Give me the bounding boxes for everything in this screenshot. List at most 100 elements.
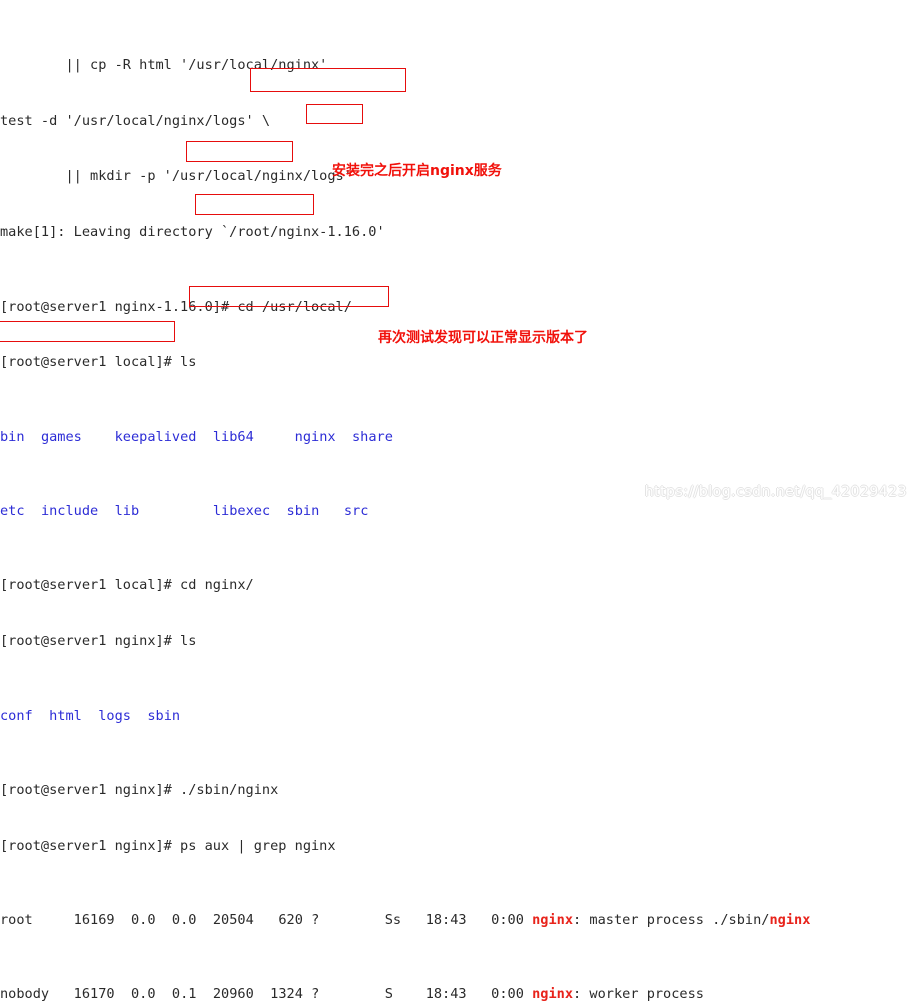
ls-local-row-2: etc include lib libexec sbin src <box>0 502 913 521</box>
ps-command: : master process ./sbin/ <box>573 912 770 929</box>
annotation-version-shown: 再次测试发现可以正常显示版本了 <box>378 330 588 346</box>
csdn-watermark: https://blog.csdn.net/qq_42029423 <box>644 484 907 500</box>
ps-command: : worker process <box>573 986 704 1003</box>
terminal-line: [root@server1 nginx]# ls <box>0 632 913 651</box>
dir-bin: bin <box>0 428 25 445</box>
ps-time: 0:00 <box>491 912 524 929</box>
terminal-line: [root@server1 local]# cd nginx/ <box>0 576 913 595</box>
ps-time: 0:00 <box>491 986 524 1003</box>
ps-mem: 0.0 <box>171 912 197 929</box>
dir-include: include <box>40 503 99 520</box>
ps-stat: S <box>384 986 393 1003</box>
terminal-line: [root@server1 nginx]# ./sbin/nginx <box>0 781 913 800</box>
ps-vsz: 20960 <box>212 986 254 1003</box>
terminal-line: [root@server1 nginx-1.16.0]# cd /usr/loc… <box>0 298 913 317</box>
terminal-line: || cp -R html '/usr/local/nginx' <box>0 56 913 75</box>
dir-keepalived: keepalived <box>114 428 197 445</box>
dir-conf: conf <box>0 707 33 724</box>
terminal-line: [root@server1 nginx]# ps aux | grep ngin… <box>0 837 913 856</box>
ps-command-highlight: nginx <box>532 986 574 1003</box>
ps-pid: 16170 <box>73 986 115 1003</box>
terminal-line: test -d '/usr/local/nginx/logs' \ <box>0 112 913 131</box>
dir-etc: etc <box>0 503 25 520</box>
dir-libexec: libexec <box>212 503 271 520</box>
dir-src: src <box>343 503 369 520</box>
ps-start: 18:43 <box>425 912 467 929</box>
dir-nginx: nginx <box>294 428 336 445</box>
ps-start: 18:43 <box>425 986 467 1003</box>
make-output-test-logs: test -d '/usr/local/nginx/logs' \ <box>0 112 271 129</box>
terminal-line: [root@server1 local]# ls <box>0 353 913 372</box>
make-output-mkdir-logs: || mkdir -p '/usr/local/nginx/logs' <box>0 168 352 185</box>
command-cd-nginx: [root@server1 local]# cd nginx/ <box>0 577 254 594</box>
ps-user: root <box>0 912 33 929</box>
ps-pid: 16169 <box>73 912 115 929</box>
ps-mem: 0.1 <box>171 986 197 1003</box>
make-output-cp-html: || cp -R html '/usr/local/nginx' <box>0 56 328 73</box>
ps-rss: 620 <box>278 912 303 929</box>
dir-games: games <box>40 428 82 445</box>
dir-html: html <box>49 707 82 724</box>
command-cd-usr-local: [root@server1 nginx-1.16.0]# cd /usr/loc… <box>0 298 352 315</box>
command-start-nginx: [root@server1 nginx]# ./sbin/nginx <box>0 781 279 798</box>
dir-share: share <box>351 428 393 445</box>
command-ps-aux-grep-nginx: [root@server1 nginx]# ps aux | grep ngin… <box>0 837 336 854</box>
terminal-output: || cp -R html '/usr/local/nginx' test -d… <box>0 0 913 1002</box>
ls-local-row-1: bin games keepalived lib64 nginx share <box>0 428 913 447</box>
ps-tty: ? <box>311 986 320 1003</box>
ls-nginx-row: conf html logs sbin <box>0 707 913 726</box>
ps-command-highlight-2: nginx <box>769 912 811 929</box>
ps-rss: 1324 <box>270 986 303 1003</box>
dir-lib64: lib64 <box>212 428 254 445</box>
command-ls-nginx: [root@server1 nginx]# ls <box>0 633 197 650</box>
ps-vsz: 20504 <box>212 912 254 929</box>
ps-cpu: 0.0 <box>130 986 156 1003</box>
ps-user: nobody <box>0 986 50 1003</box>
dir-sbin: sbin <box>286 503 320 520</box>
annotation-start-service: 安装完之后开启nginx服务 <box>332 163 502 179</box>
dir-logs: logs <box>98 707 131 724</box>
dir-lib: lib <box>114 503 140 520</box>
dir-sbin-nginx: sbin <box>147 707 181 724</box>
ps-stat: Ss <box>384 912 402 929</box>
make-output-leaving-directory: make[1]: Leaving directory `/root/nginx-… <box>0 224 385 241</box>
ps-tty: ? <box>311 912 320 929</box>
ps-row: root 16169 0.0 0.0 20504 620 ? Ss 18:43 … <box>0 911 913 930</box>
ps-command-highlight: nginx <box>532 912 574 929</box>
terminal-line: make[1]: Leaving directory `/root/nginx-… <box>0 223 913 242</box>
command-ls-local: [root@server1 local]# ls <box>0 354 197 371</box>
